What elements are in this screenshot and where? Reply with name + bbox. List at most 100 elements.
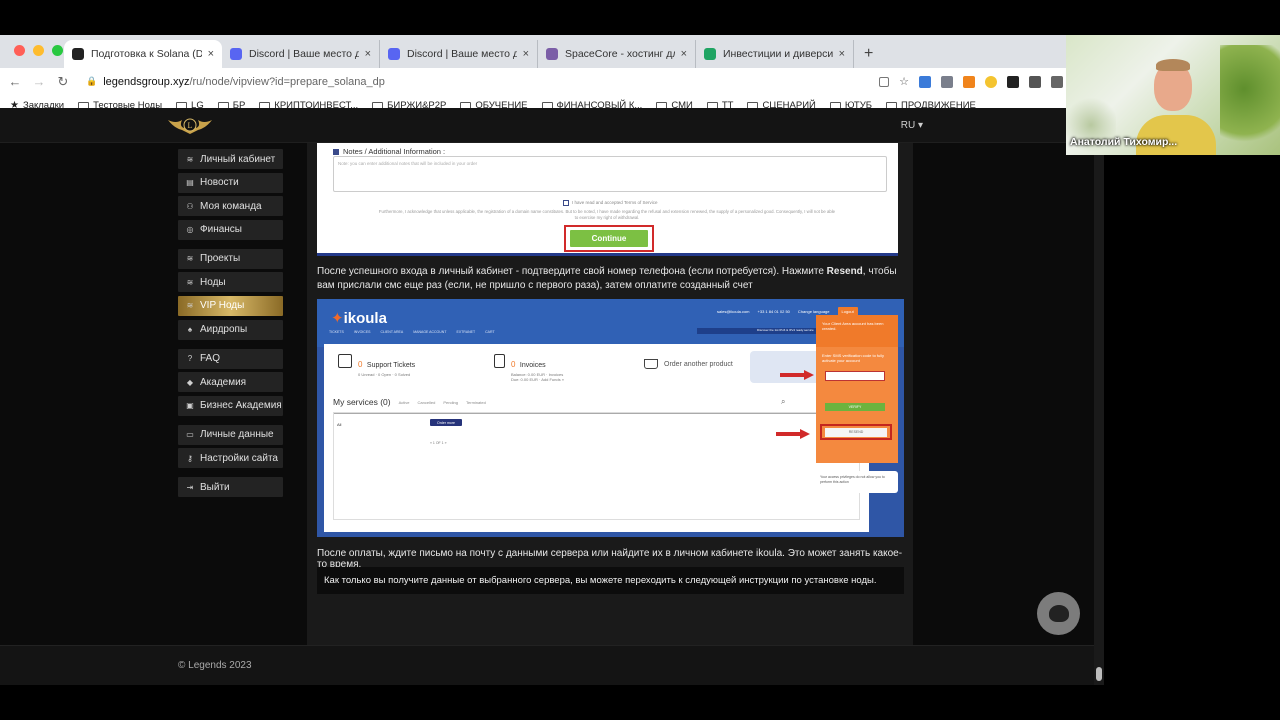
minimize-window-button[interactable]	[33, 45, 44, 56]
sidebar-item-label: Настройки сайта	[200, 452, 278, 464]
ikoula-logo-text: ikoula	[343, 310, 387, 327]
sidebar-item-12[interactable]: ⚷ Настройки сайта	[178, 448, 283, 469]
presenter-hair	[1156, 59, 1190, 71]
sidebar-item-4[interactable]: ≋ Проекты	[178, 248, 283, 269]
cam-background	[1220, 45, 1280, 155]
invoices-count: 0	[511, 360, 516, 369]
browser-tab-4[interactable]: Инвестиции и диверсификаци ×	[696, 40, 854, 68]
ikoula-screenshot: ✦ikoula TICKETS INVOICES CLIENT AREA MANAGE…	[317, 299, 904, 537]
reload-icon[interactable]: ↻	[56, 74, 70, 90]
order-product: Order another product	[644, 359, 733, 369]
language-selector[interactable]: RU ▾	[901, 120, 923, 131]
id-card-icon: ▭	[186, 430, 194, 440]
bookmark-star-icon[interactable]: ☆	[899, 75, 909, 88]
instruction-paragraph-1: После успешного входа в личный кабинет -…	[317, 265, 907, 293]
sun-extension-icon[interactable]	[985, 75, 997, 88]
layers-icon: ≋	[186, 301, 194, 311]
tabs: Подготовка к Solana (Delegat×Discord | В…	[64, 39, 854, 68]
tickets-sub: 0 Unread · 0 Open · 0 Solved	[358, 372, 411, 377]
sidebar-item-2[interactable]: ⚇ Моя команда	[178, 196, 283, 217]
presenter-body	[1136, 115, 1216, 155]
scrollbar-thumb[interactable]	[1096, 667, 1102, 681]
chat-bubble-icon	[1048, 605, 1069, 622]
services-header: My services (0) Active Cancelled Pending…	[333, 397, 486, 407]
share-icon[interactable]	[879, 76, 890, 87]
sidebar-item-10[interactable]: ▣ Бизнес Академия	[178, 395, 283, 416]
tab-bar: Подготовка к Solana (Delegat×Discord | В…	[0, 35, 1097, 68]
language-label: RU	[900, 120, 916, 131]
sheets-icon	[704, 48, 716, 60]
sidebar-item-9[interactable]: ◆ Академия	[178, 372, 283, 393]
legal-text: Furthermore, I acknowledge that unless a…	[378, 209, 836, 220]
notes-label-text: Notes / Additional Information :	[343, 147, 446, 156]
extension-icon[interactable]	[941, 75, 953, 88]
continue-button: Continue	[570, 230, 648, 247]
continue-highlight: Continue	[564, 225, 654, 252]
filter-active: Active	[398, 399, 410, 405]
sidebar-item-label: Личный кабинет	[200, 153, 276, 165]
team-icon: ⚇	[186, 201, 194, 211]
sidebar-item-7[interactable]: ♠ Аирдропы	[178, 319, 283, 340]
checkout-screenshot: Notes / Additional Information : Note: y…	[317, 143, 898, 256]
legends-logo[interactable]: L	[166, 114, 214, 136]
sidebar-item-3[interactable]: ◎ Финансы	[178, 219, 283, 240]
ikoula-menu-item: EXTRANET	[456, 330, 476, 334]
puzzle-icon[interactable]	[1051, 75, 1063, 88]
sidebar-item-5[interactable]: ≋ Ноды	[178, 272, 283, 293]
pager: « 1 OF 1 »	[430, 441, 447, 445]
close-tab-icon[interactable]: ×	[523, 48, 529, 60]
back-arrow-icon[interactable]: ←	[8, 74, 22, 89]
sidebar-item-label: FAQ	[200, 353, 221, 365]
maximize-window-button[interactable]	[52, 45, 63, 56]
sidebar-item-label: Новости	[200, 177, 239, 189]
close-tab-icon[interactable]: ×	[208, 48, 214, 60]
sidebar-nav: ≋ Личный кабинет ▤ Новости ⚇ Моя команда ◎ Фина…	[178, 149, 283, 501]
address-bar[interactable]: 🔒 legendsgroup.xyz/ru/node/vipview?id=pr…	[80, 71, 869, 93]
browser-tab-0[interactable]: Подготовка к Solana (Delegat ×	[64, 40, 222, 68]
sidebar-item-6[interactable]: ≋ VIP Ноды	[178, 295, 283, 316]
translate-extension-icon[interactable]	[919, 75, 931, 88]
lock-icon: 🔒	[86, 76, 98, 86]
sidebar-item-11[interactable]: ▭ Личные данные	[178, 424, 283, 445]
sidebar-item-label: Проекты	[200, 253, 241, 265]
sms-code-input	[825, 371, 885, 381]
close-tab-icon[interactable]: ×	[839, 48, 845, 60]
metamask-icon[interactable]	[963, 75, 975, 88]
site-header: L RU ▾	[0, 108, 1097, 143]
sidebar-item-13[interactable]: ⇥ Выйти	[178, 477, 283, 498]
sidebar-item-label: Аирдропы	[200, 324, 248, 336]
ikoula-menu-item: MANAGE ACCOUNT	[413, 330, 447, 334]
browser-tab-1[interactable]: Discord | Ваше место для общ ×	[222, 40, 380, 68]
access-note: Your access privileges do not allow you …	[816, 471, 898, 493]
chat-button[interactable]	[1037, 592, 1080, 635]
s-extension-icon[interactable]	[1007, 75, 1019, 88]
copyright: © Legends 2023	[178, 660, 252, 671]
wallet-extension-icon[interactable]	[1029, 75, 1041, 88]
sidebar-item-8[interactable]: ? FAQ	[178, 348, 283, 369]
sidebar-item-1[interactable]: ▤ Новости	[178, 172, 283, 193]
legends-icon	[72, 48, 84, 60]
close-tab-icon[interactable]: ×	[681, 48, 687, 60]
sidebar-item-label: VIP Ноды	[200, 300, 245, 312]
scrollbar[interactable]	[1094, 155, 1104, 685]
search-icon: ⌕	[781, 397, 786, 406]
url-host: legendsgroup.xyz	[103, 75, 190, 88]
sidebar-item-label: Финансы	[200, 224, 242, 236]
screen: Подготовка к Solana (Delegat×Discord | В…	[0, 0, 1280, 720]
close-tab-icon[interactable]: ×	[365, 48, 371, 60]
graduation-icon: ◆	[186, 377, 194, 387]
close-window-button[interactable]	[14, 45, 25, 56]
briefcase-icon: ▣	[186, 401, 194, 411]
browser-tab-3[interactable]: SpaceCore - хостинг для всех ×	[538, 40, 696, 68]
browser-toolbar: ← → ↻ 🔒 legendsgroup.xyz/ru/node/vipview…	[0, 68, 1097, 95]
layers-icon: ≋	[186, 154, 194, 164]
note-icon	[333, 148, 339, 155]
order-more-button: Order more	[430, 419, 462, 426]
browser-tab-2[interactable]: Discord | Ваше место для общ ×	[380, 40, 538, 68]
forward-arrow-icon[interactable]: →	[32, 74, 46, 89]
sidebar-item-0[interactable]: ≋ Личный кабинет	[178, 149, 283, 169]
resend-highlight: RESEND	[820, 424, 892, 440]
ikoula-phone: +33 1 84 01 02 50	[757, 309, 790, 314]
ikoula-menu-item: INVOICES	[353, 330, 371, 334]
new-tab-button[interactable]: +	[864, 45, 873, 63]
